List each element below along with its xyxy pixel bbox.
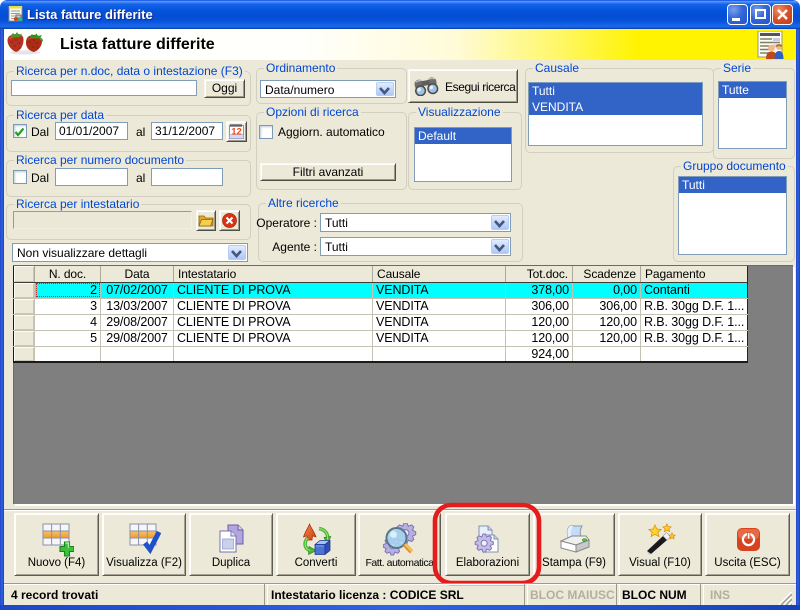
svg-text:12: 12 xyxy=(231,127,242,138)
